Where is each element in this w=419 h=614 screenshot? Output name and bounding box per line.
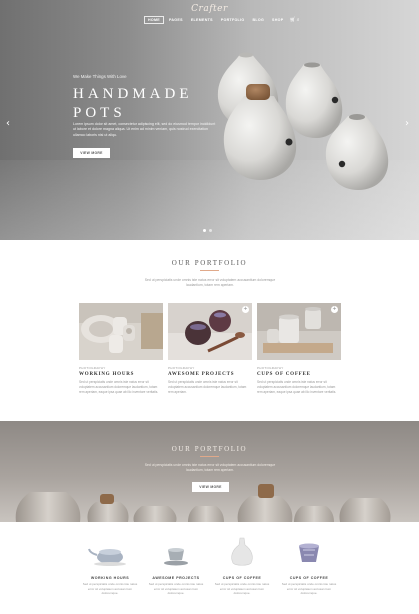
nav-item-portfolio[interactable]: PORTFOLIO [218,17,248,23]
portfolio-card-title[interactable]: CUPS OF COFFEE [257,372,341,377]
portfolio-title-underline [200,270,219,271]
portfolio-card-desc: Sed ut perspiciatis unde omnis iste natu… [79,380,159,394]
slider-dots [203,229,212,232]
feature-title: WORKING HOURS [90,576,130,580]
nav-item-home[interactable]: HOME [144,16,164,24]
hero-view-more-button[interactable]: VIEW MORE [73,148,110,158]
portfolio-card-desc: Sed ut perspiciatis unde omnis iste natu… [257,380,337,394]
nav-item-blog[interactable]: BLOG [249,17,267,23]
feature-title: AWESOME PROJECTS [152,576,200,580]
teapot-icon [88,548,126,566]
banner-title-underline [200,456,219,457]
plus-icon[interactable]: + [242,306,249,313]
slider-dot-2[interactable] [209,229,212,232]
plus-icon[interactable]: + [331,306,338,313]
cart-icon[interactable]: 🛒︎ [289,17,295,23]
portfolio-card[interactable]: + PHOTOGRAPHY CUPS OF COFFEE Sed ut pers… [257,303,341,395]
portfolio-card-title[interactable]: AWESOME PROJECTS [168,372,252,377]
bowl-icon [299,543,319,562]
portfolio-card-category: PHOTOGRAPHY [168,366,195,370]
portfolio-card-image[interactable] [79,303,163,360]
feature-title: CUPS OF COFFEE [289,576,329,580]
site-logo[interactable]: Crafter [0,4,419,14]
slider-dot-1[interactable] [203,229,206,232]
feature-desc: Sed ut perspiciatis unde omnis iste natu… [82,582,138,596]
feature-item: CUPS OF COFFEE Sed ut perspiciatis unde … [212,537,272,596]
banner-view-more-button[interactable]: VIEW MORE [192,482,229,492]
portfolio-card-category: PHOTOGRAPHY [79,366,106,370]
hero-title: HANDMADE POTS [73,85,193,123]
nav-item-elements[interactable]: ELEMENTS [188,17,216,23]
banner-subtitle: Sed ut perspiciatis unde omnis iste natu… [144,463,276,473]
hero-title-line1: HANDMADE [73,86,193,102]
hero-pots-image [217,52,389,190]
feature-item: WORKING HOURS Sed ut perspiciatis unde o… [80,537,140,596]
search-icon[interactable]: ⌕ [297,17,300,23]
main-nav: HOME PAGES ELEMENTS PORTFOLIO BLOG SHOP … [144,16,300,24]
portfolio-card-image[interactable] [168,303,252,360]
portfolio-title: OUR PORTFOLIO [171,259,248,267]
portfolio-card[interactable]: + PHOTOGRAPHY AWESOME PROJECTS Sed ut pe… [168,303,252,395]
feature-item: CUPS OF COFFEE Sed ut perspiciatis unde … [279,537,339,596]
feature-desc: Sed ut perspiciatis unde omnis iste natu… [214,582,270,596]
hero-text: Lorem ipsum dolor sit amet, consectetur … [73,122,216,137]
chevron-left-icon[interactable]: ‹ [6,118,10,129]
portfolio-card-category: PHOTOGRAPHY [257,366,284,370]
portfolio-subtitle: Sed ut perspiciatis unde omnis iste natu… [144,278,276,288]
hero-slider: Crafter HOME PAGES ELEMENTS PORTFOLIO BL… [0,0,419,240]
hero-title-line2: POTS [73,105,126,121]
portfolio-card-title[interactable]: WORKING HOURS [79,372,163,377]
portfolio-card[interactable]: PHOTOGRAPHY WORKING HOURS Sed ut perspic… [79,303,163,395]
portfolio-card-desc: Sed ut perspiciatis unde omnis iste natu… [168,380,247,394]
portfolio-card-image[interactable] [257,303,341,360]
banner-title: OUR PORTFOLIO [171,445,248,453]
feature-title: CUPS OF COFFEE [222,576,262,580]
cup-icon [164,548,188,566]
hero-kicker: We Make Things With Love [73,74,127,79]
nav-item-shop[interactable]: SHOP [269,17,286,23]
feature-desc: Sed ut perspiciatis unde omnis iste natu… [148,582,204,596]
nav-item-pages[interactable]: PAGES [166,17,186,23]
feature-item: AWESOME PROJECTS Sed ut perspiciatis und… [146,537,206,596]
vase-icon [231,537,253,566]
chevron-right-icon[interactable]: › [405,118,409,129]
feature-desc: Sed ut perspiciatis unde omnis iste natu… [281,582,337,596]
